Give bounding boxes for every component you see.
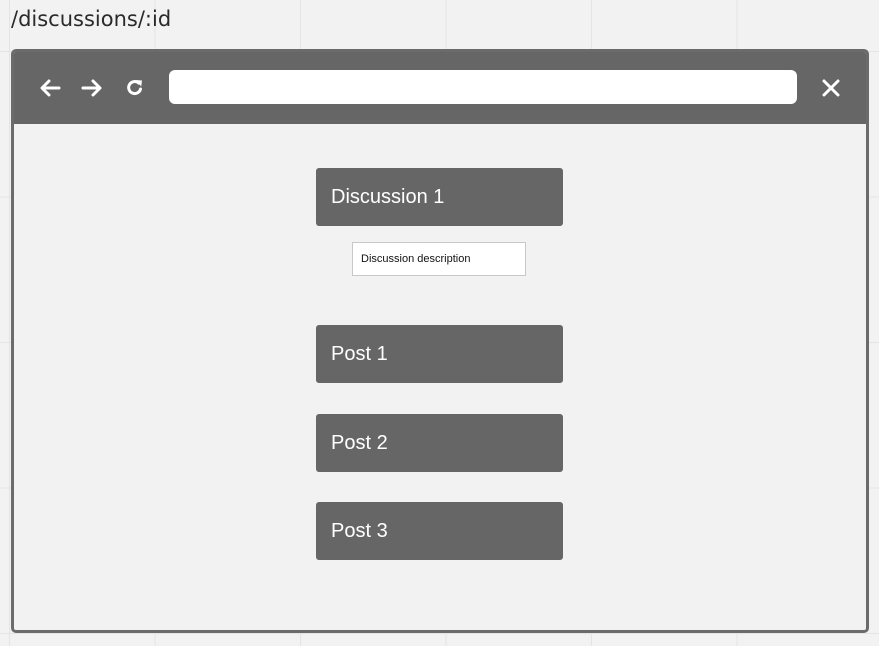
forward-arrow-icon[interactable] [78, 74, 106, 102]
back-arrow-icon[interactable] [36, 74, 64, 102]
browser-toolbar [14, 52, 866, 124]
post-item-2[interactable]: Post 2 [316, 414, 563, 472]
browser-window: Discussion 1 Discussion description Post… [11, 49, 869, 633]
post-item-3[interactable]: Post 3 [316, 502, 563, 560]
post-item-1[interactable]: Post 1 [316, 325, 563, 383]
discussion-description: Discussion description [352, 242, 526, 276]
discussion-title-block[interactable]: Discussion 1 [316, 168, 563, 226]
route-label: /discussions/:id [11, 7, 172, 31]
close-icon[interactable] [817, 74, 845, 102]
url-bar[interactable] [169, 70, 797, 104]
reload-icon[interactable] [121, 74, 149, 102]
